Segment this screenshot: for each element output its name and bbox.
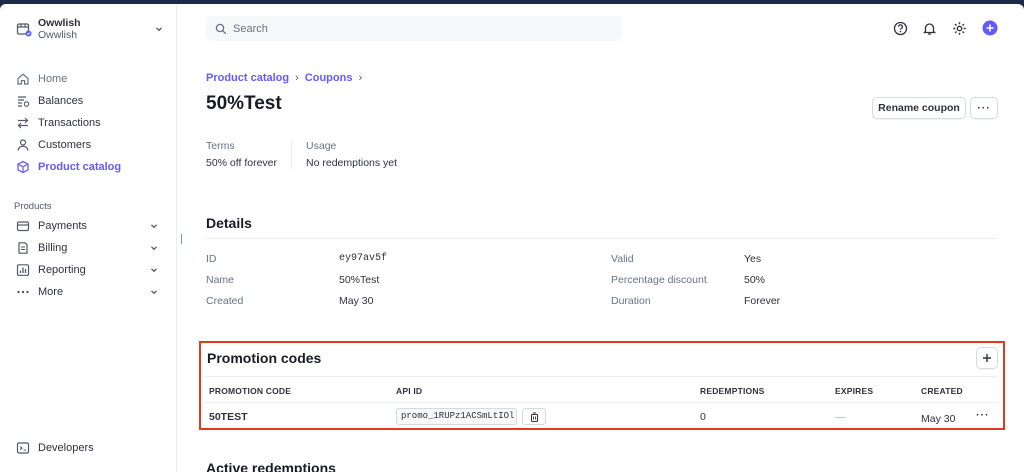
products-nav: Payments Billing Reporting More xyxy=(0,215,177,303)
chevron-right-icon: › xyxy=(358,72,363,84)
summary-label: Usage xyxy=(306,140,337,152)
detail-value-percentage: 50% xyxy=(744,274,766,286)
api-id-cell: promo_1RUPz1ACSmLtIOl xyxy=(396,408,517,425)
sidebar-item-label: Developers xyxy=(38,442,94,454)
app-window: Owwlish Owwlish Home Balances Transactio… xyxy=(0,4,1024,472)
developers-nav: Developers xyxy=(0,437,177,459)
sidebar-item-label: Reporting xyxy=(38,264,86,276)
column-header-expires: EXPIRES xyxy=(835,386,874,396)
customers-icon xyxy=(16,138,30,152)
sidebar-item-label: Balances xyxy=(38,95,84,107)
detail-label: Percentage discount xyxy=(611,274,707,286)
copy-icon[interactable] xyxy=(522,408,546,425)
detail-label: ID xyxy=(206,253,217,265)
promotion-code-cell[interactable]: 50TEST xyxy=(209,411,248,423)
detail-value-created: May 30 xyxy=(339,295,374,307)
chevron-down-icon xyxy=(154,24,164,34)
coupon-summary: Terms 50% off forever Usage No redemptio… xyxy=(206,140,411,169)
rename-coupon-button[interactable]: Rename coupon xyxy=(872,97,966,119)
column-header-api-id: API ID xyxy=(396,386,423,396)
detail-value-valid: Yes xyxy=(744,253,762,265)
detail-value-name: 50%Test xyxy=(339,274,380,286)
sidebar-item-payments[interactable]: Payments xyxy=(0,215,177,237)
divider xyxy=(205,376,997,377)
expires-cell: — xyxy=(835,411,846,423)
column-header-promotion-code: PROMOTION CODE xyxy=(209,386,292,396)
primary-nav: Home Balances Transactions Customers Pro… xyxy=(0,68,177,178)
detail-label: Valid xyxy=(611,253,634,265)
account-switcher[interactable]: Owwlish Owwlish xyxy=(16,16,164,42)
home-icon xyxy=(16,72,30,86)
sidebar: Owwlish Owwlish Home Balances Transactio… xyxy=(0,4,177,472)
chevron-down-icon xyxy=(149,265,159,275)
column-header-created: CREATED xyxy=(921,386,963,396)
sidebar-item-developers[interactable]: Developers xyxy=(0,437,177,459)
sidebar-item-home[interactable]: Home xyxy=(0,68,177,90)
main-content: Product catalog › Coupons › 50%Test Rena… xyxy=(199,4,1005,472)
account-subname: Owwlish xyxy=(38,29,78,41)
terminal-icon xyxy=(16,441,30,455)
more-actions-button[interactable]: ··· xyxy=(970,97,998,119)
breadcrumb-product-catalog[interactable]: Product catalog xyxy=(206,72,289,84)
promotion-codes-section: Promotion codes PROMOTION CODE API ID RE… xyxy=(199,341,1005,430)
sidebar-item-more[interactable]: More xyxy=(0,281,177,303)
breadcrumb-coupons[interactable]: Coupons xyxy=(305,72,353,84)
sidebar-item-reporting[interactable]: Reporting xyxy=(0,259,177,281)
billing-icon xyxy=(16,241,30,255)
sidebar-item-balances[interactable]: Balances xyxy=(0,90,177,112)
add-promotion-code-button[interactable] xyxy=(976,347,998,369)
sidebar-item-label: Home xyxy=(38,73,68,85)
sidebar-resize-handle[interactable] xyxy=(181,234,182,244)
reporting-icon xyxy=(16,263,30,277)
chevron-down-icon xyxy=(149,243,159,253)
redemptions-cell: 0 xyxy=(700,411,706,423)
sidebar-item-label: Transactions xyxy=(38,117,101,129)
balances-icon xyxy=(16,94,30,108)
summary-terms: Terms 50% off forever xyxy=(206,140,291,169)
chevron-down-icon xyxy=(149,221,159,231)
transactions-icon xyxy=(16,116,30,130)
breadcrumb: Product catalog › Coupons › xyxy=(206,72,368,84)
chevron-down-icon xyxy=(149,287,159,297)
sidebar-item-label: Customers xyxy=(38,139,92,151)
detail-label: Created xyxy=(206,295,244,307)
details-title: Details xyxy=(206,215,252,231)
sidebar-item-label: Billing xyxy=(38,242,68,254)
account-name: Owwlish xyxy=(38,17,81,29)
nav-section-products: Products xyxy=(14,201,52,212)
summary-label: Terms xyxy=(206,140,235,152)
divider xyxy=(205,402,997,403)
detail-value-id: ey97av5f xyxy=(339,253,388,264)
sidebar-item-label: Product catalog xyxy=(38,161,122,173)
row-more-button[interactable]: ··· xyxy=(976,409,990,421)
sidebar-item-label: Payments xyxy=(38,220,87,232)
created-cell: May 30 xyxy=(921,413,956,425)
summary-usage: Usage No redemptions yet xyxy=(291,140,411,169)
summary-value: No redemptions yet xyxy=(306,157,398,169)
store-icon xyxy=(16,21,32,37)
plus-icon xyxy=(982,353,992,363)
product-catalog-icon xyxy=(16,160,30,174)
page-title: 50%Test xyxy=(206,93,282,114)
more-icon xyxy=(16,285,30,299)
chevron-right-icon: › xyxy=(295,72,299,84)
sidebar-item-transactions[interactable]: Transactions xyxy=(0,112,177,134)
summary-value: 50% off forever xyxy=(206,157,278,169)
active-redemptions-title: Active redemptions xyxy=(206,460,336,472)
sidebar-item-billing[interactable]: Billing xyxy=(0,237,177,259)
sidebar-item-customers[interactable]: Customers xyxy=(0,134,177,156)
promotion-codes-title: Promotion codes xyxy=(207,350,322,366)
detail-value-duration: Forever xyxy=(744,295,781,307)
column-header-redemptions: REDEMPTIONS xyxy=(700,386,765,396)
payments-icon xyxy=(16,219,30,233)
divider xyxy=(206,238,998,239)
sidebar-item-product-catalog[interactable]: Product catalog xyxy=(0,156,177,178)
detail-label: Name xyxy=(206,274,235,286)
detail-label: Duration xyxy=(611,295,651,307)
sidebar-item-label: More xyxy=(38,286,64,298)
